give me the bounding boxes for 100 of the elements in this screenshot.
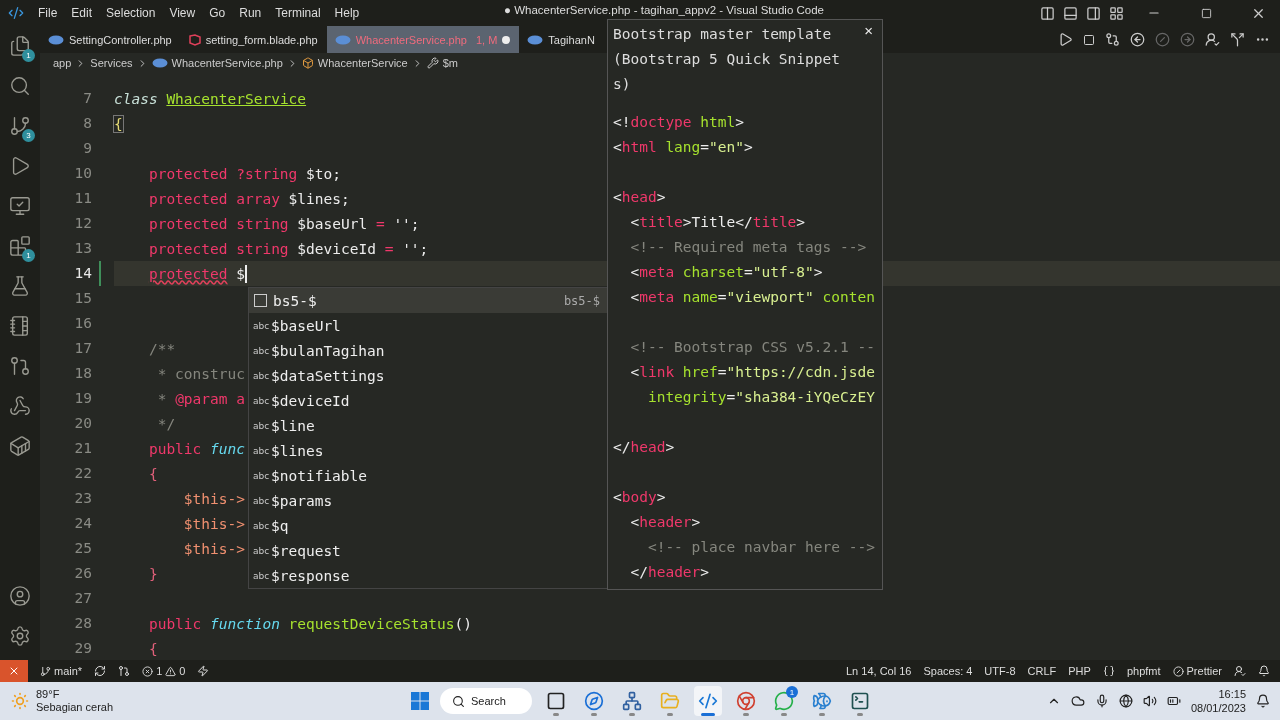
- line-number: 29: [73, 639, 93, 658]
- speaker-icon[interactable]: [1142, 694, 1157, 708]
- search-icon[interactable]: [9, 75, 31, 97]
- menu-item[interactable]: Terminal: [275, 6, 321, 20]
- suggestion-item[interactable]: abc$params: [249, 488, 608, 513]
- suggestion-item[interactable]: abc$dataSettings: [249, 363, 608, 388]
- code-line: $this->: [182, 539, 245, 559]
- cloud-icon[interactable]: [1070, 694, 1085, 708]
- person-icon[interactable]: [1205, 32, 1220, 47]
- sidebar-toggle-icon[interactable]: [1040, 5, 1055, 21]
- microphone-icon[interactable]: [1094, 694, 1109, 708]
- code-line: <!doctype html>: [613, 113, 744, 132]
- stop-icon[interactable]: [1083, 33, 1095, 46]
- word-icon: abc: [253, 445, 267, 456]
- status-item[interactable]: Ln 14, Col 16: [846, 665, 912, 677]
- start-icon[interactable]: [410, 691, 430, 711]
- split-editor-icon[interactable]: [1230, 32, 1245, 47]
- menu-item[interactable]: Selection: [106, 6, 156, 20]
- editor-tab[interactable]: setting_form.blade.php: [180, 26, 327, 53]
- code-line: /**: [147, 339, 176, 359]
- flask-icon[interactable]: [9, 275, 31, 297]
- breadcrumb-item[interactable]: $m: [442, 57, 458, 69]
- account-icon[interactable]: [9, 585, 31, 607]
- menu-item[interactable]: Go: [209, 6, 226, 20]
- suggestion-item[interactable]: abc$line: [249, 413, 608, 438]
- window-title: ● WhacenterService.php - tagihan_appv2 - Visual Studio Code: [504, 4, 824, 17]
- warning-count[interactable]: 0: [179, 665, 186, 677]
- tab-status: 1, M: [475, 33, 498, 46]
- braces-icon[interactable]: [1102, 665, 1115, 677]
- breadcrumb-item[interactable]: WhacenterService: [317, 57, 408, 69]
- menu-item[interactable]: Help: [334, 6, 360, 20]
- pull-request-icon[interactable]: [118, 665, 131, 677]
- notification-badge: 1: [785, 686, 798, 698]
- status-item[interactable]: CRLF: [1027, 665, 1057, 677]
- line-number: 12: [73, 214, 93, 233]
- branch-icon[interactable]: [9, 115, 31, 137]
- globe-icon[interactable]: [1118, 694, 1133, 708]
- suggestion-label: $line: [271, 417, 315, 434]
- webhook-icon[interactable]: [9, 395, 31, 417]
- code-line: protected ?string $to;: [147, 164, 341, 184]
- panel-toggle-icon[interactable]: [1063, 5, 1078, 21]
- run-icon[interactable]: [1058, 32, 1073, 47]
- compare-icon[interactable]: [1105, 32, 1120, 47]
- settings-icon[interactable]: [9, 625, 31, 647]
- search-field[interactable]: Search: [440, 688, 532, 714]
- branch-status[interactable]: main*: [40, 665, 83, 677]
- notification-icon[interactable]: [1258, 665, 1270, 677]
- suggestion-item[interactable]: abc$deviceId: [249, 388, 608, 413]
- suggestion-item[interactable]: abc$response: [249, 563, 608, 588]
- editor-tab[interactable]: SettingController.php: [40, 26, 181, 53]
- chat-icon: [773, 691, 794, 711]
- error-count[interactable]: 1: [156, 665, 163, 677]
- menu-item[interactable]: File: [38, 6, 58, 20]
- secondary-sidebar-icon[interactable]: [1086, 5, 1101, 21]
- files-icon[interactable]: [9, 35, 31, 57]
- word-icon: abc: [253, 395, 267, 406]
- suggestion-item[interactable]: bs5-$ bs5-$: [249, 288, 608, 313]
- taskbar-app[interactable]: 1: [769, 686, 798, 716]
- person-icon[interactable]: [1234, 665, 1246, 677]
- suggestion-item[interactable]: abc$bulanTagihan: [249, 338, 608, 363]
- layout-icon[interactable]: [1109, 5, 1124, 21]
- weather-condition: Sebagian cerah: [36, 701, 114, 714]
- prettier-status[interactable]: Prettier: [1172, 665, 1222, 677]
- lightning-icon[interactable]: [197, 665, 210, 677]
- code-icon: [697, 691, 718, 711]
- close-button[interactable]: ×: [861, 22, 876, 39]
- forward-icon[interactable]: [1180, 32, 1195, 47]
- suggestion-item[interactable]: abc$notifiable: [249, 463, 608, 488]
- notification-icon[interactable]: [1256, 694, 1270, 708]
- editor-tab[interactable]: TagihanN: [519, 26, 595, 53]
- menu-item[interactable]: Edit: [71, 6, 93, 20]
- battery-icon[interactable]: [1166, 694, 1181, 708]
- slash-icon[interactable]: [1155, 32, 1170, 47]
- compass-icon: [583, 691, 604, 711]
- line-number: 15: [73, 289, 93, 308]
- sync-icon[interactable]: [94, 665, 107, 677]
- suggestion-item[interactable]: abc$lines: [249, 438, 608, 463]
- menu-item[interactable]: Run: [239, 6, 262, 20]
- breadcrumb-item[interactable]: Services: [90, 57, 133, 69]
- menu-item[interactable]: View: [169, 6, 196, 20]
- suggestion-item[interactable]: abc$q: [249, 513, 608, 538]
- code-line: protected array $lines;: [147, 189, 350, 209]
- status-item[interactable]: PHP: [1068, 665, 1091, 677]
- suggestion-item[interactable]: abc$request: [249, 538, 608, 563]
- status-item[interactable]: UTF-8: [984, 665, 1016, 677]
- formatter-status[interactable]: phpfmt: [1126, 665, 1161, 677]
- container-icon[interactable]: [9, 435, 31, 457]
- blocks-icon[interactable]: [9, 235, 31, 257]
- back-icon[interactable]: [1130, 32, 1145, 47]
- suggestion-item[interactable]: abc$baseUrl: [249, 313, 608, 338]
- notebook-icon[interactable]: [9, 315, 31, 337]
- line-number: 17: [73, 339, 93, 358]
- breadcrumb-item[interactable]: WhacenterService.php: [171, 57, 283, 69]
- monitor-icon[interactable]: [9, 195, 31, 217]
- pull-request-icon[interactable]: [9, 355, 31, 377]
- status-item[interactable]: Spaces: 4: [923, 665, 973, 677]
- breadcrumb-item[interactable]: app: [53, 57, 72, 69]
- suggestion-label: $notifiable: [271, 467, 368, 484]
- line-number: 9: [82, 139, 93, 158]
- clock[interactable]: 16:15 08/01/2023: [1190, 687, 1246, 715]
